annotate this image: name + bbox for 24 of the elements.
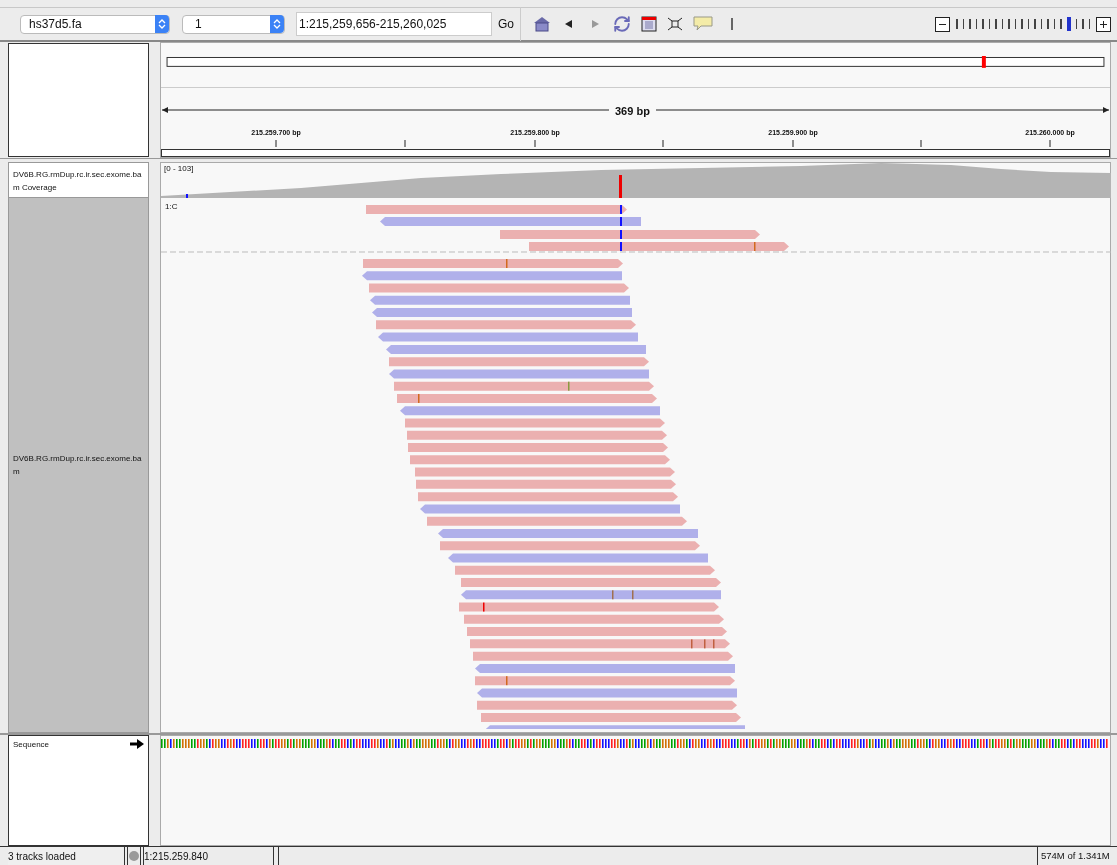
status-message: 3 tracks loaded bbox=[8, 847, 125, 865]
status-indicator-icon bbox=[129, 851, 139, 861]
go-button[interactable]: Go bbox=[496, 12, 516, 36]
data-range-label: [0 - 103] bbox=[164, 164, 194, 173]
track-name: Sequence bbox=[13, 739, 50, 751]
locus-field[interactable]: 1:215,259,656-215,260,025 bbox=[296, 12, 492, 36]
chromosome-dropdown[interactable]: 1 bbox=[182, 14, 285, 34]
genome-dropdown[interactable]: hs37d5.fa bbox=[20, 14, 170, 34]
stepper-icon bbox=[270, 15, 284, 33]
refresh-icon[interactable] bbox=[613, 15, 631, 33]
zoom-out-button[interactable] bbox=[935, 16, 950, 32]
fit-icon[interactable] bbox=[667, 17, 683, 31]
zoom-thumb[interactable] bbox=[1066, 17, 1071, 31]
memory-usage: 574M of 1.341M bbox=[1041, 848, 1111, 863]
zoom-in-button[interactable] bbox=[1096, 16, 1111, 32]
strand-arrow-icon[interactable] bbox=[130, 739, 144, 749]
track-name: DV6B.RG.rmDup.rc.ir.sec.exome.bam Coverage bbox=[13, 169, 143, 194]
plus-icon bbox=[1099, 19, 1108, 29]
cursor-position: 1:215.259.840 bbox=[143, 847, 274, 865]
zoom-slider[interactable] bbox=[956, 16, 1090, 32]
home-icon[interactable] bbox=[533, 16, 551, 32]
region-icon[interactable] bbox=[641, 16, 657, 32]
track-name: DV6B.RG.rmDup.rc.ir.sec.exome.bam bbox=[13, 453, 143, 478]
stepper-icon bbox=[155, 15, 169, 33]
